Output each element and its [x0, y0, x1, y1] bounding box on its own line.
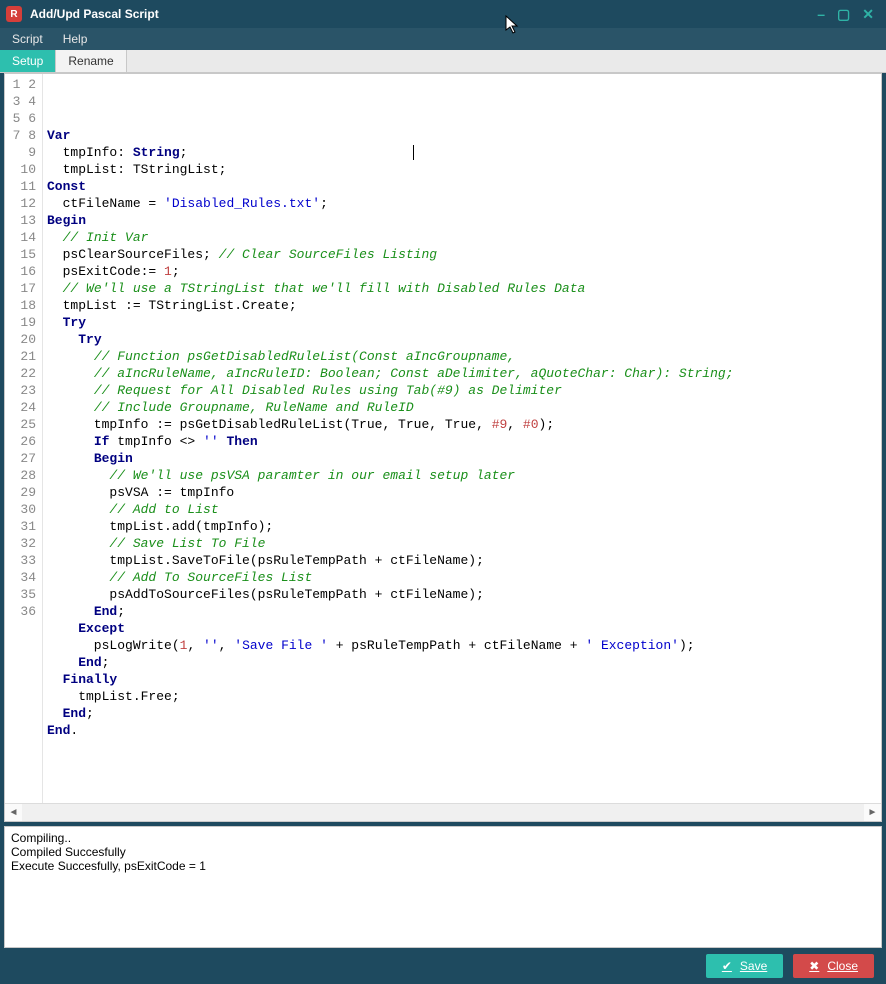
- save-button[interactable]: ✔ Save: [706, 954, 783, 978]
- close-icon[interactable]: ✕: [862, 7, 874, 21]
- save-button-label: Save: [740, 959, 767, 973]
- code-line: tmpInfo := psGetDisabledRuleList(True, T…: [47, 416, 877, 433]
- scroll-right-icon[interactable]: ►: [864, 804, 881, 821]
- editor-panel: 1 2 3 4 5 6 7 8 9 10 11 12 13 14 15 16 1…: [4, 73, 882, 822]
- code-line: // Add To SourceFiles List: [47, 569, 877, 586]
- code-line: psVSA := tmpInfo: [47, 484, 877, 501]
- code-line: psLogWrite(1, '', 'Save File ' + psRuleT…: [47, 637, 877, 654]
- code-line: Begin: [47, 212, 877, 229]
- editor-wrap: 1 2 3 4 5 6 7 8 9 10 11 12 13 14 15 16 1…: [5, 74, 881, 803]
- close-button-label: Close: [827, 959, 858, 973]
- minimize-icon[interactable]: –: [817, 7, 825, 21]
- code-line: End;: [47, 705, 877, 722]
- window: R Add/Upd Pascal Script – ▢ ✕ Script Hel…: [0, 0, 886, 984]
- code-line: ctFileName = 'Disabled_Rules.txt';: [47, 195, 877, 212]
- code-line: // We'll use a TStringList that we'll fi…: [47, 280, 877, 297]
- horizontal-scrollbar[interactable]: ◄ ►: [5, 803, 881, 821]
- menu-item-help[interactable]: Help: [57, 30, 94, 48]
- tab-bar: Setup Rename: [0, 50, 886, 73]
- code-line: If tmpInfo <> '' Then: [47, 433, 877, 450]
- code-line: // Save List To File: [47, 535, 877, 552]
- scroll-left-icon[interactable]: ◄: [5, 804, 22, 821]
- code-line: tmpList := TStringList.Create;: [47, 297, 877, 314]
- code-line: // We'll use psVSA paramter in our email…: [47, 467, 877, 484]
- code-line: psAddToSourceFiles(psRuleTempPath + ctFi…: [47, 586, 877, 603]
- code-editor[interactable]: Var tmpInfo: String; tmpList: TStringLis…: [43, 74, 881, 803]
- tab-setup[interactable]: Setup: [0, 50, 56, 72]
- code-line: // aIncRuleName, aIncRuleID: Boolean; Co…: [47, 365, 877, 382]
- code-line: Var: [47, 127, 877, 144]
- tab-rename[interactable]: Rename: [56, 50, 126, 72]
- code-line: Const: [47, 178, 877, 195]
- code-line: psClearSourceFiles; // Clear SourceFiles…: [47, 246, 877, 263]
- footer-bar: ✔ Save ✖ Close: [0, 948, 886, 984]
- code-line: End.: [47, 722, 877, 739]
- title-bar: R Add/Upd Pascal Script – ▢ ✕: [0, 0, 886, 28]
- code-line: tmpList.SaveToFile(psRuleTempPath + ctFi…: [47, 552, 877, 569]
- code-line: tmpList.Free;: [47, 688, 877, 705]
- code-line: tmpInfo: String;: [47, 144, 877, 161]
- code-line: tmpList.add(tmpInfo);: [47, 518, 877, 535]
- code-line: // Request for All Disabled Rules using …: [47, 382, 877, 399]
- x-icon: ✖: [809, 959, 819, 973]
- code-line: Try: [47, 331, 877, 348]
- code-line: Except: [47, 620, 877, 637]
- app-icon-label: R: [10, 9, 17, 20]
- code-line: Finally: [47, 671, 877, 688]
- code-line: // Include Groupname, RuleName and RuleI…: [47, 399, 877, 416]
- code-line: Try: [47, 314, 877, 331]
- check-icon: ✔: [722, 959, 732, 973]
- code-line: // Init Var: [47, 229, 877, 246]
- code-line: // Add to List: [47, 501, 877, 518]
- scroll-track[interactable]: [22, 804, 864, 821]
- output-panel[interactable]: Compiling.. Compiled Succesfully Execute…: [4, 826, 882, 948]
- code-line: End;: [47, 654, 877, 671]
- menu-bar: Script Help: [0, 28, 886, 50]
- code-line: End;: [47, 603, 877, 620]
- code-line: tmpList: TStringList;: [47, 161, 877, 178]
- close-button[interactable]: ✖ Close: [793, 954, 874, 978]
- code-line: // Function psGetDisabledRuleList(Const …: [47, 348, 877, 365]
- window-title: Add/Upd Pascal Script: [30, 7, 159, 21]
- app-icon: R: [6, 6, 22, 22]
- maximize-icon[interactable]: ▢: [837, 7, 850, 21]
- menu-item-script[interactable]: Script: [6, 30, 49, 48]
- code-line: psExitCode:= 1;: [47, 263, 877, 280]
- code-line: Begin: [47, 450, 877, 467]
- line-number-gutter: 1 2 3 4 5 6 7 8 9 10 11 12 13 14 15 16 1…: [5, 74, 43, 803]
- text-caret: [413, 145, 414, 160]
- window-controls: – ▢ ✕: [817, 7, 880, 21]
